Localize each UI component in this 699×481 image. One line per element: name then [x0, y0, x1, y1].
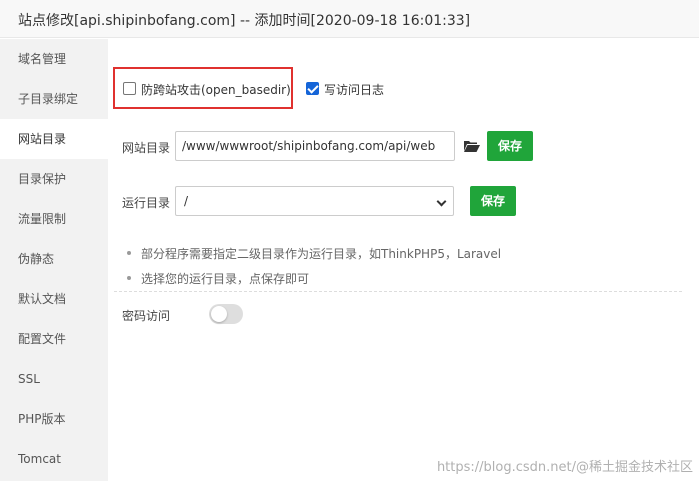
sidebar-item-php-version[interactable]: PHP版本 — [0, 399, 108, 439]
run-dir-selected-value: / — [184, 194, 189, 208]
access-log-checkbox[interactable] — [306, 82, 319, 95]
window-title: 站点修改[api.shipinbofang.com] -- 添加时间[2020-… — [18, 13, 471, 29]
tip-item: 选择您的运行目录，点保存即可 — [126, 272, 310, 286]
main-panel: 防跨站攻击(open_basedir) 写访问日志 网站目录 /www/wwwr… — [108, 39, 699, 481]
sidebar-item-rewrite[interactable]: 伪静态 — [0, 239, 108, 279]
open-basedir-label[interactable]: 防跨站攻击(open_basedir) — [141, 81, 291, 98]
password-access-toggle[interactable] — [209, 304, 243, 324]
open-basedir-checkbox[interactable] — [123, 82, 136, 95]
run-dir-select[interactable]: / — [175, 186, 454, 216]
site-dir-label: 网站目录 — [122, 141, 171, 155]
sidebar-item-default-doc[interactable]: 默认文档 — [0, 279, 108, 319]
run-dir-label: 运行目录 — [122, 196, 171, 210]
sidebar: 域名管理 子目录绑定 网站目录 目录保护 流量限制 伪静态 默认文档 配置文件 … — [0, 39, 108, 481]
site-dir-save-button[interactable]: 保存 — [487, 131, 533, 161]
folder-open-icon[interactable] — [464, 140, 480, 152]
sidebar-item-subdir-binding[interactable]: 子目录绑定 — [0, 79, 108, 119]
sidebar-item-domain[interactable]: 域名管理 — [0, 39, 108, 79]
sidebar-item-ssl[interactable]: SSL — [0, 359, 108, 399]
site-dir-input[interactable]: /www/wwwroot/shipinbofang.com/api/web — [175, 131, 455, 161]
chevron-down-icon — [436, 196, 447, 207]
watermark: https://blog.csdn.net/@稀土掘金技术社区 — [436, 460, 693, 475]
sidebar-item-traffic-limit[interactable]: 流量限制 — [0, 199, 108, 239]
sidebar-item-dir-protect[interactable]: 目录保护 — [0, 159, 108, 199]
toggle-knob — [211, 306, 227, 322]
tip-item: 部分程序需要指定二级目录作为运行目录，如ThinkPHP5，Laravel — [126, 247, 502, 261]
sidebar-item-tomcat[interactable]: Tomcat — [0, 439, 108, 479]
sidebar-item-config-file[interactable]: 配置文件 — [0, 319, 108, 359]
window-titlebar: 站点修改[api.shipinbofang.com] -- 添加时间[2020-… — [0, 0, 699, 38]
password-access-label: 密码访问 — [122, 309, 171, 323]
sidebar-item-site-dir[interactable]: 网站目录 — [0, 119, 108, 159]
access-log-label[interactable]: 写访问日志 — [324, 81, 384, 98]
run-dir-save-button[interactable]: 保存 — [470, 186, 516, 216]
divider — [114, 291, 682, 292]
